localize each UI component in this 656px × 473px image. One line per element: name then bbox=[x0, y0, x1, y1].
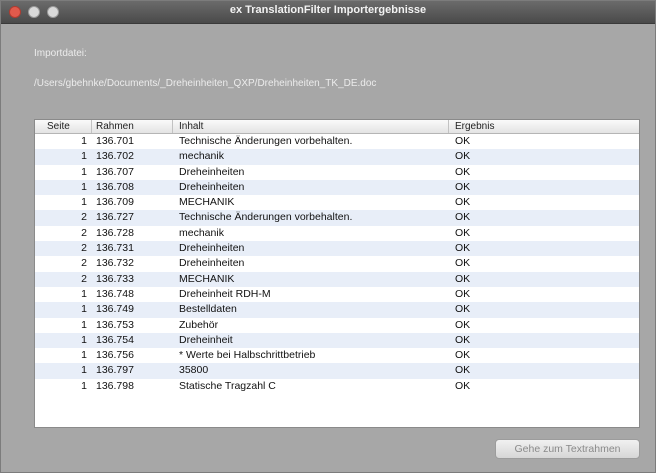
cell-ergebnis: OK bbox=[455, 318, 471, 331]
cell-ergebnis: OK bbox=[455, 211, 471, 224]
table-row[interactable]: 1 136.701 Technische Änderungen vorbehalte… bbox=[35, 134, 639, 149]
cell-rahmen: 136.797 bbox=[96, 364, 134, 377]
cell-inhalt: Zubehör bbox=[179, 318, 219, 331]
cell-ergebnis: OK bbox=[455, 333, 471, 346]
cell-seite: 2 bbox=[81, 226, 87, 239]
cell-rahmen: 136.707 bbox=[96, 165, 134, 178]
table-row[interactable]: 2 136.731 Dreheinheiten OK bbox=[35, 241, 639, 257]
cell-inhalt: Dreheinheit RDH-M bbox=[179, 287, 271, 300]
cell-inhalt: MECHANIK bbox=[179, 272, 235, 285]
cell-seite: 1 bbox=[81, 349, 87, 362]
table-body: 1 136.701 Technische Änderungen vorbehalte… bbox=[35, 134, 639, 394]
table-row[interactable]: 1 136.702 mechanik OK bbox=[35, 149, 639, 165]
cell-inhalt: Dreheinheiten bbox=[179, 180, 245, 193]
cell-ergebnis: OK bbox=[455, 272, 471, 285]
cell-ergebnis: OK bbox=[455, 196, 471, 209]
cell-seite: 2 bbox=[81, 257, 87, 270]
goto-textframe-button[interactable]: Gehe zum Textrahmen bbox=[495, 439, 640, 459]
cell-ergebnis: OK bbox=[455, 242, 471, 255]
cell-inhalt: Statische Tragzahl C bbox=[179, 379, 276, 392]
cell-inhalt: Bestelldaten bbox=[179, 303, 237, 316]
cell-ergebnis: OK bbox=[455, 287, 471, 300]
table-row[interactable]: 1 136.756 * Werte bei Halbschrittbetrieb OK bbox=[35, 348, 639, 363]
import-file-path: /Users/gbehnke/Documents/_Dreheinheiten_… bbox=[34, 78, 377, 89]
column-header-inhalt[interactable]: Inhalt bbox=[172, 120, 448, 133]
cell-inhalt: Dreheinheiten bbox=[179, 242, 245, 255]
cell-rahmen: 136.749 bbox=[96, 303, 134, 316]
cell-seite: 1 bbox=[81, 333, 87, 346]
table-row[interactable]: 2 136.727 Technische Änderungen vorbehalte… bbox=[35, 210, 639, 226]
column-header-seite[interactable]: Seite bbox=[35, 120, 91, 133]
cell-ergebnis: OK bbox=[455, 226, 471, 239]
table-header: Seite Rahmen Inhalt Ergebnis bbox=[35, 120, 639, 134]
cell-inhalt: MECHANIK bbox=[179, 196, 235, 209]
table-row[interactable]: 1 136.749 Bestelldaten OK bbox=[35, 302, 639, 318]
table-row[interactable]: 1 136.709 MECHANIK OK bbox=[35, 195, 639, 210]
window-title: ex TranslationFilter Importergebnisse bbox=[229, 4, 427, 16]
cell-ergebnis: OK bbox=[455, 364, 471, 377]
title-bar: ex TranslationFilter Importergebnisse bbox=[1, 1, 655, 24]
results-table[interactable]: Seite Rahmen Inhalt Ergebnis 1 136.701 Tec… bbox=[34, 119, 640, 428]
column-header-ergebnis[interactable]: Ergebnis bbox=[448, 120, 639, 133]
cell-rahmen: 136.701 bbox=[96, 135, 134, 147]
cell-inhalt: Technische Änderungen vorbehalten. bbox=[179, 135, 353, 147]
table-row[interactable]: 2 136.733 MECHANIK OK bbox=[35, 271, 639, 287]
cell-rahmen: 136.754 bbox=[96, 333, 134, 346]
table-row[interactable]: 1 136.708 Dreheinheiten OK bbox=[35, 179, 639, 196]
table-row[interactable]: 1 136.797 35800 OK bbox=[35, 363, 639, 379]
cell-seite: 1 bbox=[81, 135, 87, 147]
cell-rahmen: 136.708 bbox=[96, 180, 134, 193]
cell-rahmen: 136.727 bbox=[96, 211, 134, 224]
table-row[interactable]: 1 136.707 Dreheinheiten OK bbox=[35, 165, 639, 180]
column-header-rahmen[interactable]: Rahmen bbox=[91, 120, 172, 133]
table-row[interactable]: 1 136.748 Dreheinheit RDH-M OK bbox=[35, 287, 639, 302]
cell-seite: 1 bbox=[81, 364, 87, 377]
cell-seite: 2 bbox=[81, 211, 87, 224]
cell-rahmen: 136.731 bbox=[96, 242, 134, 255]
cell-ergebnis: OK bbox=[455, 135, 471, 147]
cell-inhalt: Dreheinheiten bbox=[179, 257, 245, 270]
cell-ergebnis: OK bbox=[455, 165, 471, 178]
cell-rahmen: 136.733 bbox=[96, 272, 134, 285]
cell-rahmen: 136.753 bbox=[96, 318, 134, 331]
cell-seite: 1 bbox=[81, 379, 87, 392]
cell-seite: 2 bbox=[81, 272, 87, 285]
importergebnisse-window: ex TranslationFilter Importergebnisse Im… bbox=[0, 0, 656, 473]
cell-ergebnis: OK bbox=[455, 379, 471, 392]
cell-inhalt: * Werte bei Halbschrittbetrieb bbox=[179, 349, 316, 362]
cell-inhalt: mechanik bbox=[179, 226, 224, 239]
cell-ergebnis: OK bbox=[455, 180, 471, 193]
cell-rahmen: 136.732 bbox=[96, 257, 134, 270]
cell-seite: 2 bbox=[81, 242, 87, 255]
cell-inhalt: Dreheinheit bbox=[179, 333, 233, 346]
cell-seite: 1 bbox=[81, 196, 87, 209]
cell-inhalt: Technische Änderungen vorbehalten. bbox=[179, 211, 353, 224]
cell-seite: 1 bbox=[81, 318, 87, 331]
table-row[interactable]: 1 136.753 Zubehör OK bbox=[35, 318, 639, 333]
cell-rahmen: 136.709 bbox=[96, 196, 134, 209]
cell-ergebnis: OK bbox=[455, 303, 471, 316]
cell-seite: 1 bbox=[81, 303, 87, 316]
cell-inhalt: 35800 bbox=[179, 364, 209, 377]
cell-rahmen: 136.748 bbox=[96, 287, 134, 300]
cell-rahmen: 136.798 bbox=[96, 379, 134, 392]
cell-ergebnis: OK bbox=[455, 257, 471, 270]
cell-ergebnis: OK bbox=[455, 150, 471, 163]
table-row[interactable]: 2 136.732 Dreheinheiten OK bbox=[35, 256, 639, 271]
cell-seite: 1 bbox=[81, 150, 87, 163]
cell-rahmen: 136.728 bbox=[96, 226, 134, 239]
cell-rahmen: 136.702 bbox=[96, 150, 134, 163]
import-file-label: Importdatei: bbox=[34, 48, 87, 59]
cell-inhalt: mechanik bbox=[179, 150, 224, 163]
cell-seite: 1 bbox=[81, 180, 87, 193]
cell-seite: 1 bbox=[81, 165, 87, 178]
cell-inhalt: Dreheinheiten bbox=[179, 165, 245, 178]
cell-rahmen: 136.756 bbox=[96, 349, 134, 362]
cell-seite: 1 bbox=[81, 287, 87, 300]
table-row[interactable]: 2 136.728 mechanik OK bbox=[35, 226, 639, 241]
cell-ergebnis: OK bbox=[455, 349, 471, 362]
table-row[interactable]: 1 136.798 Statische Tragzahl C OK bbox=[35, 379, 639, 394]
table-row[interactable]: 1 136.754 Dreheinheit OK bbox=[35, 332, 639, 349]
